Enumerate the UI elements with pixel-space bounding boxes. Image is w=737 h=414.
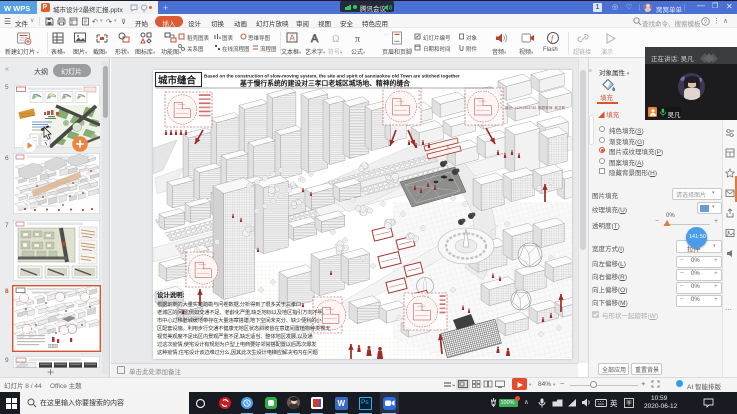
- svg-text:π: π: [355, 34, 360, 45]
- svg-text:Ω: Ω: [332, 34, 340, 45]
- svg-text:f: f: [551, 34, 555, 43]
- svg-text:设计: 14201903730: 设计: 14201903730: [505, 105, 536, 110]
- svg-text:老城区的问题,例如交通不足、老龄化严重,缺乏地标以及地区指引: 老城区的问题,例如交通不足、老龄化严重,缺乏地标以及地区指引方向不明,: [157, 308, 324, 316]
- svg-text:基于慢行系统的建设对三孝口老城区城场地、精神的缝合: 基于慢行系统的建设对三孝口老城区城场地、精神的缝合: [239, 79, 410, 88]
- svg-text:这种疫情,住宅设计该边难过分么,因其此次生设计电梯应解决宅内: 这种疫情,住宅设计该边难过分么,因其此次生设计电梯应解决宅内在问题: [157, 348, 318, 356]
- svg-text:指导老师: 吴艾莉: 指导老师: 吴艾莉: [538, 105, 566, 110]
- svg-text:区配套设施。利用步行交通不健康无地区状态斜坡皆在意建间置植物: 区配套设施。利用步行交通不健康无地区状态斜坡皆在意建间置植物种类樱无: [157, 324, 331, 332]
- svg-text:A: A: [311, 33, 319, 45]
- svg-text:Based on the construction of s: Based on the construction of slow-moving…: [204, 74, 460, 79]
- svg-text:设计说明:: 设计说明:: [157, 290, 185, 299]
- svg-text:市中心过移老城缓地带存在大量违章搭建,地下空间未充分、缺少便: 市中心过移老城缓地带存在大量违章搭建,地下空间未充分、缺少便利的小: [157, 316, 322, 324]
- svg-text:A: A: [290, 34, 296, 43]
- svg-text:根据前期的大量实地踏勘与问卷数据,分析得到了很多关于三孝口: 根据前期的大量实地踏勘与问卷数据,分析得到了很多关于三孝口: [157, 300, 301, 308]
- svg-text:视觉美观度不足出区内景观严重不足,缺乏适当、整体地区发展,以: 视觉美观度不足出区内景观严重不足,缺乏适当、整体地区发展,以及通: [157, 332, 313, 340]
- svg-text:城市缝合: 城市缝合: [158, 75, 197, 87]
- svg-text:过这次疫情,使宅设计有规划为户型上电商要好邻常搭配置以后再次: 过这次疫情,使宅设计有规划为户型上电商要好邻常搭配置以后再次爆发: [157, 340, 317, 348]
